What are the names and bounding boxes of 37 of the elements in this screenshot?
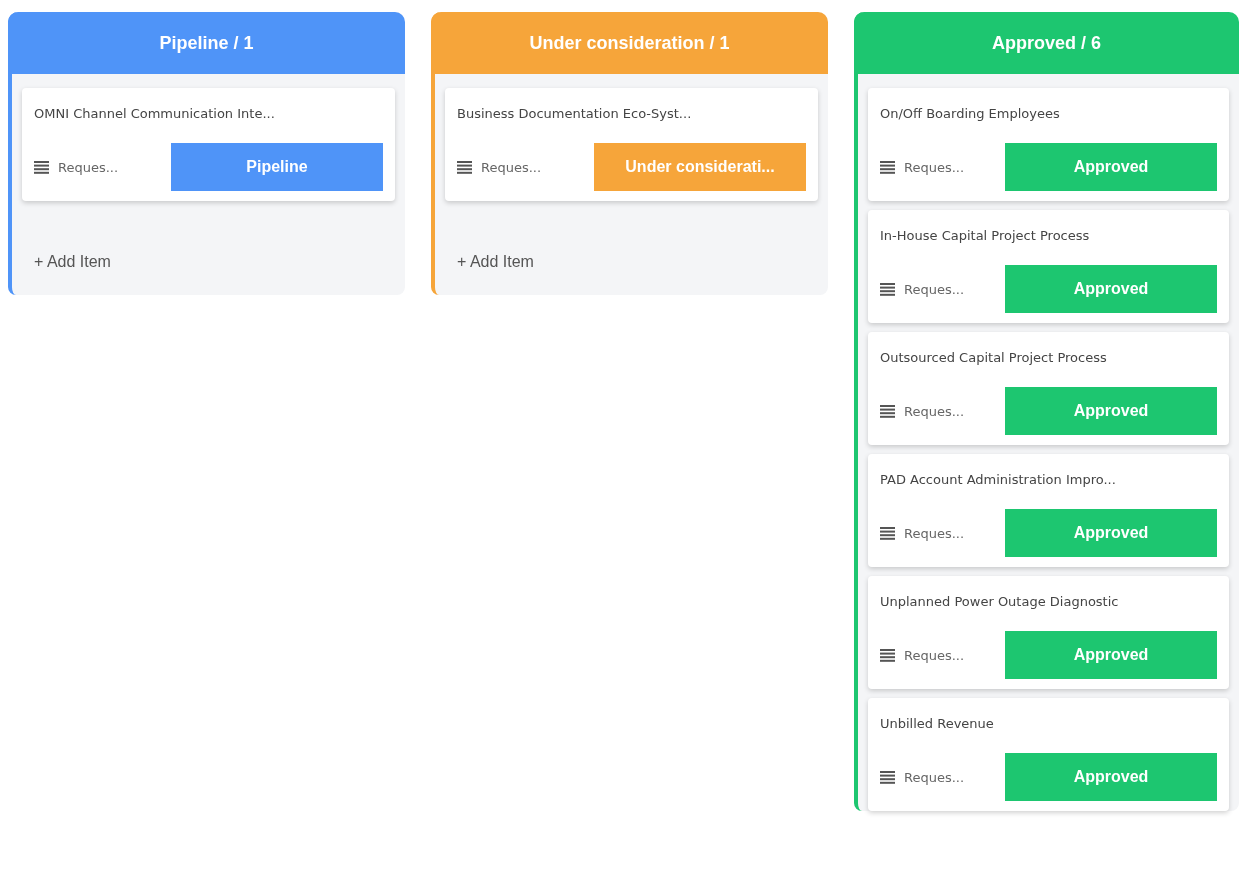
add-item-button[interactable]: + Add Item bbox=[34, 249, 111, 275]
request-label: Reques... bbox=[904, 159, 966, 175]
column-title: Pipeline / 1 bbox=[159, 32, 254, 54]
column-title: Under consideration / 1 bbox=[529, 32, 730, 54]
card-title: OMNI Channel Communication Inte... bbox=[34, 106, 275, 121]
request-label: Reques... bbox=[904, 281, 966, 297]
card-title: Outsourced Capital Project Process bbox=[880, 350, 1107, 365]
request-label: Reques... bbox=[481, 159, 543, 175]
card-title: Unbilled Revenue bbox=[880, 716, 994, 731]
task-card[interactable]: On/Off Boarding Employees Reques... Approved bbox=[868, 88, 1229, 201]
add-item-button[interactable]: + Add Item bbox=[457, 249, 534, 275]
task-card[interactable]: In-House Capital Project Process Reques... Approved bbox=[868, 210, 1229, 323]
list-icon bbox=[880, 526, 895, 540]
list-icon bbox=[457, 160, 472, 174]
task-card[interactable]: PAD Account Administration Impro... Reques... Approved bbox=[868, 454, 1229, 567]
list-icon bbox=[880, 282, 895, 296]
card-title: Business Documentation Eco-Syst... bbox=[457, 106, 692, 121]
request-label: Reques... bbox=[58, 159, 120, 175]
request-label: Reques... bbox=[904, 769, 966, 785]
column-title: Approved / 6 bbox=[992, 32, 1101, 54]
task-card[interactable]: OMNI Channel Communication Inte... Reques... Pipeline bbox=[22, 88, 395, 201]
card-title: On/Off Boarding Employees bbox=[880, 106, 1060, 121]
request-label: Reques... bbox=[904, 647, 966, 663]
list-icon bbox=[880, 648, 895, 662]
request-label: Reques... bbox=[904, 403, 966, 419]
task-card[interactable]: Business Documentation Eco-Syst... Reques... Under considerati... bbox=[445, 88, 818, 201]
request-label: Reques... bbox=[904, 525, 966, 541]
list-icon bbox=[880, 160, 895, 174]
list-icon bbox=[880, 770, 895, 784]
list-icon bbox=[880, 404, 895, 418]
card-title: In-House Capital Project Process bbox=[880, 228, 1090, 243]
task-card[interactable]: Unplanned Power Outage Diagnostic Reques... Approved bbox=[868, 576, 1229, 689]
list-icon bbox=[34, 160, 49, 174]
task-card[interactable]: Unbilled Revenue Reques... Approved bbox=[868, 698, 1229, 811]
card-title: PAD Account Administration Impro... bbox=[880, 472, 1116, 487]
card-title: Unplanned Power Outage Diagnostic bbox=[880, 594, 1119, 609]
task-card[interactable]: Outsourced Capital Project Process Reques... Approved bbox=[868, 332, 1229, 445]
